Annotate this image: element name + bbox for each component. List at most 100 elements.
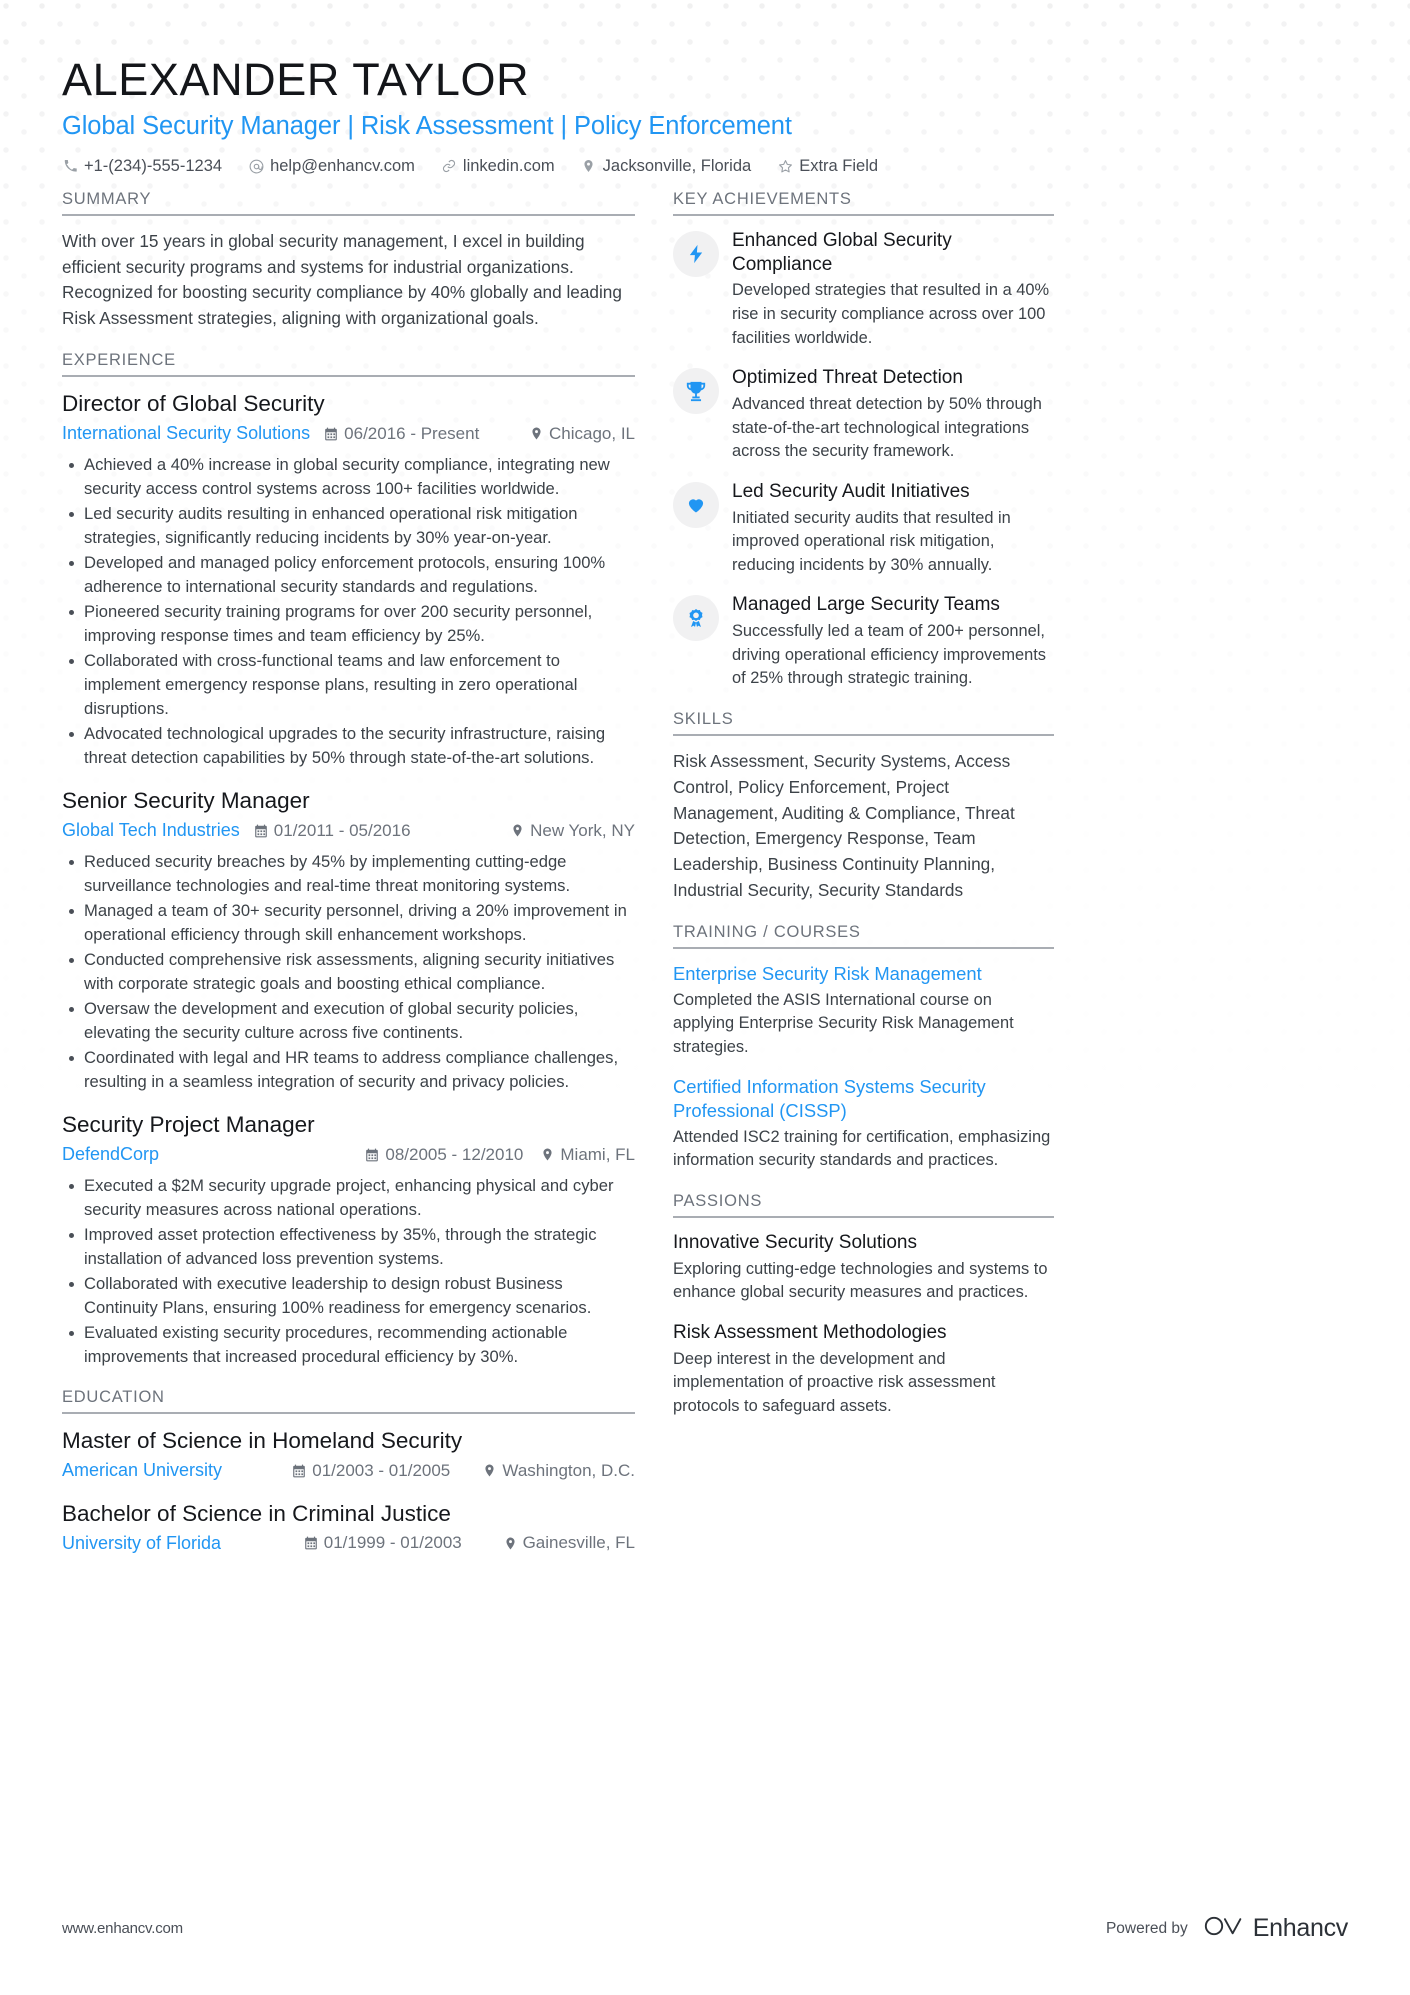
job-meta: International Security Solutions 06/2016… xyxy=(62,422,635,445)
experience-entry: Senior Security Manager Global Tech Indu… xyxy=(62,787,635,1094)
achievement-body: Enhanced Global Security Compliance Deve… xyxy=(732,229,1054,350)
job-bullet: Achieved a 40% increase in global securi… xyxy=(62,453,635,501)
passion-title: Innovative Security Solutions xyxy=(673,1231,917,1253)
resume-page: ALEXANDER TAYLOR Global Security Manager… xyxy=(0,0,1410,1995)
powered-by-label: Powered by xyxy=(1105,1919,1188,1937)
key-achievements-heading: KEY ACHIEVEMENTS xyxy=(673,190,1054,216)
job-date-text: 08/2005 - 12/2010 xyxy=(385,1144,524,1164)
passion-desc: Exploring cutting-edge technologies and … xyxy=(673,1259,1048,1302)
job-meta: DefendCorp 08/2005 - 12/2010 Miami, FL xyxy=(62,1143,635,1166)
job-bullet: Executed a $2M security upgrade project,… xyxy=(62,1174,635,1222)
experience-entry: Director of Global Security Internationa… xyxy=(62,390,635,770)
degree-date: 01/2003 - 01/2005 xyxy=(292,1460,465,1482)
heart-icon xyxy=(673,481,719,528)
job-bullet: Managed a team of 30+ security personnel… xyxy=(62,899,635,947)
course-title[interactable]: Enterprise Security Risk Management xyxy=(673,962,1054,986)
school-name[interactable]: University of Florida xyxy=(62,1532,304,1555)
achievement-item: Enhanced Global Security Compliance Deve… xyxy=(673,229,1054,350)
footer-branding: Powered by Enhancv xyxy=(1106,1914,1348,1943)
job-bullet: Advocated technological upgrades to the … xyxy=(62,722,635,770)
achievement-title: Managed Large Security Teams xyxy=(732,594,1000,616)
job-bullet: Developed and managed policy enforcement… xyxy=(62,551,635,599)
education-heading: EDUCATION xyxy=(62,1388,635,1415)
school-name[interactable]: American University xyxy=(62,1459,292,1482)
job-date-text: 06/2016 - Present xyxy=(344,423,480,443)
achievement-title: Optimized Threat Detection xyxy=(732,367,963,389)
degree-date-text: 01/2003 - 01/2005 xyxy=(312,1460,451,1480)
job-company[interactable]: Global Tech Industries xyxy=(62,819,240,842)
job-date: 06/2016 - Present xyxy=(324,423,479,445)
section-education: EDUCATION Master of Science in Homeland … xyxy=(62,1388,635,1555)
skills-text: Risk Assessment, Security Systems, Acces… xyxy=(673,751,1015,901)
contact-extra-field[interactable]: Extra Field xyxy=(777,157,878,176)
course-title[interactable]: Certified Information Systems Security P… xyxy=(673,1075,1054,1123)
job-bullets: Reduced security breaches by 45% by impl… xyxy=(62,850,635,1094)
location-pin-icon xyxy=(581,158,597,175)
job-company[interactable]: DefendCorp xyxy=(62,1143,159,1166)
enhancv-infinity-icon xyxy=(1204,1914,1244,1943)
contact-location-text: Jacksonville, Florida xyxy=(602,156,752,175)
calendar-icon xyxy=(292,1464,306,1478)
job-bullets: Achieved a 40% increase in global securi… xyxy=(62,453,635,771)
course-desc: Attended ISC2 training for certification… xyxy=(673,1127,1051,1170)
passion-desc: Deep interest in the development and imp… xyxy=(673,1349,996,1415)
degree-meta: American University 01/2003 - 01/2005 Wa… xyxy=(62,1459,635,1482)
job-title: Security Project Manager xyxy=(62,1112,315,1138)
passion-item: Innovative Security Solutions Exploring … xyxy=(673,1231,1054,1305)
location-pin-icon xyxy=(483,1463,496,1478)
resume-footer: www.enhancv.com Powered by Enhancv xyxy=(62,1914,1348,1943)
location-pin-icon xyxy=(541,1147,554,1162)
job-bullet: Conducted comprehensive risk assessments… xyxy=(62,948,635,996)
contact-location[interactable]: Jacksonville, Florida xyxy=(581,156,752,176)
degree-title: Master of Science in Homeland Security xyxy=(62,1428,463,1454)
calendar-icon xyxy=(365,1148,379,1162)
achievement-body: Managed Large Security Teams Successfull… xyxy=(732,593,1054,691)
footer-website-url[interactable]: www.enhancv.com xyxy=(62,1920,183,1937)
job-company[interactable]: International Security Solutions xyxy=(62,422,310,445)
degree-location: Gainesville, FL xyxy=(504,1532,635,1554)
job-bullet: Evaluated existing security procedures, … xyxy=(62,1321,635,1369)
job-bullet: Led security audits resulting in enhance… xyxy=(62,502,635,550)
job-bullets: Executed a $2M security upgrade project,… xyxy=(62,1174,635,1369)
degree-location: Washington, D.C. xyxy=(483,1460,635,1482)
enhancv-brand[interactable]: Enhancv xyxy=(1204,1914,1348,1943)
degree-location-text: Gainesville, FL xyxy=(522,1533,635,1553)
degree-meta: University of Florida 01/1999 - 01/2003 … xyxy=(62,1532,635,1555)
course-item: Enterprise Security Risk Management Comp… xyxy=(673,962,1054,1060)
section-summary: SUMMARY With over 15 years in global sec… xyxy=(62,190,635,332)
job-meta: Global Tech Industries 01/2011 - 05/2016… xyxy=(62,819,635,842)
contact-phone[interactable]: +1-(234)-555-1234 xyxy=(62,157,222,176)
section-experience: EXPERIENCE Director of Global Security I… xyxy=(62,351,635,1369)
course-item: Certified Information Systems Security P… xyxy=(673,1075,1054,1173)
achievement-desc: Initiated security audits that resulted … xyxy=(732,508,1011,574)
experience-entry: Security Project Manager DefendCorp 08/2… xyxy=(62,1111,635,1369)
achievement-desc: Advanced threat detection by 50% through… xyxy=(732,394,1042,461)
job-bullet: Pioneered security training programs for… xyxy=(62,600,635,648)
passion-title: Risk Assessment Methodologies xyxy=(673,1321,947,1343)
calendar-icon xyxy=(324,427,338,441)
enhancv-wordmark: Enhancv xyxy=(1252,1914,1349,1942)
education-entry: Master of Science in Homeland Security A… xyxy=(62,1427,635,1483)
job-bullet: Improved asset protection effectiveness … xyxy=(62,1223,635,1271)
achievement-item: Managed Large Security Teams Successfull… xyxy=(673,593,1054,691)
job-date: 08/2005 - 12/2010 xyxy=(365,1144,523,1166)
achievement-body: Led Security Audit Initiatives Initiated… xyxy=(732,480,1054,578)
section-training: TRAINING / COURSES Enterprise Security R… xyxy=(673,923,1054,1173)
candidate-headline: Global Security Manager | Risk Assessmen… xyxy=(62,112,792,141)
resume-header: ALEXANDER TAYLOR Global Security Manager… xyxy=(62,0,1348,176)
education-entry: Bachelor of Science in Criminal Justice … xyxy=(62,1500,635,1556)
achievement-desc: Successfully led a team of 200+ personne… xyxy=(732,622,1047,688)
passion-item: Risk Assessment Methodologies Deep inter… xyxy=(673,1321,1054,1419)
passions-heading: PASSIONS xyxy=(673,1192,1054,1218)
course-desc: Completed the ASIS International course … xyxy=(673,990,1014,1057)
job-title: Senior Security Manager xyxy=(62,788,310,814)
contact-email-text: help@enhancv.com xyxy=(270,156,415,175)
contact-email[interactable]: help@enhancv.com xyxy=(248,157,415,176)
contact-link[interactable]: linkedin.com xyxy=(441,157,555,176)
contact-row: +1-(234)-555-1234 help@enhancv.com linke… xyxy=(62,157,1348,176)
achievement-desc: Developed strategies that resulted in a … xyxy=(732,281,1050,347)
achievement-body: Optimized Threat Detection Advanced thre… xyxy=(732,366,1054,464)
section-key-achievements: KEY ACHIEVEMENTS Enhanced Global Securit… xyxy=(673,190,1054,691)
achievement-title: Enhanced Global Security Compliance xyxy=(732,229,952,275)
link-icon xyxy=(441,158,457,175)
